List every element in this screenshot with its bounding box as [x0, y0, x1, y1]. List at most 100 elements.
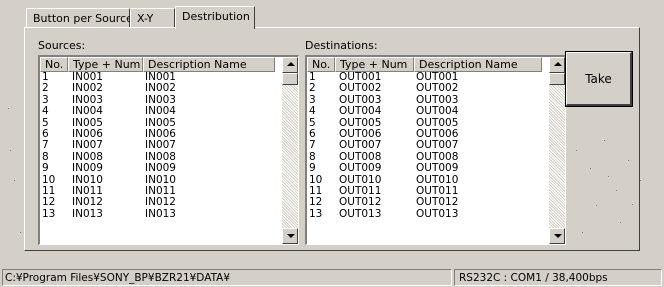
list-item[interactable]: 3 IN003 IN003: [40, 95, 275, 106]
list-item[interactable]: 5 OUT005 OUT005: [307, 118, 542, 129]
list-item[interactable]: 4 OUT004 OUT004: [307, 106, 542, 117]
list-item[interactable]: 8 IN008 IN008: [40, 152, 275, 163]
list-item[interactable]: 13 OUT013 OUT013: [307, 209, 542, 220]
cell-type-num: IN005: [72, 117, 103, 129]
cell-type-num: OUT001: [339, 72, 382, 83]
list-item[interactable]: 12 IN012 IN012: [40, 197, 275, 208]
column-header-type-num[interactable]: Type + Num: [68, 57, 143, 72]
cell-description: IN006: [145, 128, 176, 140]
column-header-no[interactable]: No.: [307, 57, 335, 72]
tab-destribution[interactable]: Destribution: [175, 6, 255, 29]
cell-description: OUT005: [416, 117, 459, 129]
list-item[interactable]: 4 IN004 IN004: [40, 106, 275, 117]
cell-no: 9: [309, 163, 316, 175]
column-header-no[interactable]: No.: [40, 57, 68, 72]
cell-type-num: OUT009: [339, 163, 382, 175]
cell-type-num: IN004: [72, 106, 103, 118]
list-item[interactable]: 7 OUT007 OUT007: [307, 140, 542, 151]
tab-x-y[interactable]: X-Y: [130, 8, 175, 28]
tab-button-per-source[interactable]: Button per Source: [26, 8, 133, 28]
list-item[interactable]: 11 IN011 IN011: [40, 186, 275, 197]
cell-description: IN012: [145, 197, 176, 209]
scroll-up-button[interactable]: [549, 57, 565, 73]
cell-description: IN001: [145, 72, 176, 83]
cell-no: 10: [42, 174, 56, 186]
cell-type-num: OUT008: [339, 151, 382, 163]
destinations-scrollbar[interactable]: [549, 57, 565, 244]
cell-type-num: OUT012: [339, 197, 382, 209]
list-item[interactable]: 12 OUT012 OUT012: [307, 197, 542, 208]
cell-description: IN007: [145, 140, 176, 152]
cell-description: IN010: [145, 174, 176, 186]
cell-no: 9: [42, 163, 49, 175]
list-item[interactable]: 9 OUT009 OUT009: [307, 163, 542, 174]
cell-no: 11: [309, 185, 323, 197]
cell-description: OUT009: [416, 163, 459, 175]
cell-type-num: OUT003: [339, 94, 382, 106]
list-item[interactable]: 11 OUT011 OUT011: [307, 186, 542, 197]
scroll-thumb[interactable]: [549, 73, 565, 85]
cell-no: 13: [309, 208, 323, 220]
column-header-description-name[interactable]: Description Name: [143, 57, 275, 72]
list-item[interactable]: 2 IN002 IN002: [40, 83, 275, 94]
list-item[interactable]: 7 IN007 IN007: [40, 140, 275, 151]
list-item[interactable]: 9 IN009 IN009: [40, 163, 275, 174]
cell-type-num: IN006: [72, 128, 103, 140]
cell-type-num: OUT013: [339, 208, 382, 220]
cell-description: IN013: [145, 208, 176, 220]
cell-description: OUT001: [416, 72, 459, 83]
sources-list[interactable]: No. Type + Num Description Name 1 IN001 IN…: [38, 55, 299, 245]
list-item[interactable]: 3 OUT003 OUT003: [307, 95, 542, 106]
cell-description: OUT011: [416, 185, 459, 197]
list-item[interactable]: 6 IN006 IN006: [40, 129, 275, 140]
cell-description: OUT010: [416, 174, 459, 186]
list-item[interactable]: 2 OUT002 OUT002: [307, 83, 542, 94]
column-header-type-num[interactable]: Type + Num: [335, 57, 414, 72]
list-item[interactable]: 13 IN013 IN013: [40, 209, 275, 220]
cell-description: OUT007: [416, 140, 459, 152]
cell-type-num: IN009: [72, 163, 103, 175]
scroll-up-button[interactable]: [282, 57, 298, 73]
cell-type-num: OUT006: [339, 128, 382, 140]
list-item[interactable]: 10 IN010 IN010: [40, 175, 275, 186]
scroll-thumb[interactable]: [282, 73, 298, 85]
cell-no: 3: [42, 94, 49, 106]
cell-no: 4: [309, 106, 316, 118]
cell-no: 2: [42, 83, 49, 95]
cell-type-num: OUT002: [339, 83, 382, 95]
cell-description: OUT006: [416, 128, 459, 140]
list-item[interactable]: 5 IN005 IN005: [40, 118, 275, 129]
arrow-down-icon: [287, 234, 295, 238]
cell-description: IN009: [145, 163, 176, 175]
status-connection: RS232C : COM1 / 38,400bps: [454, 269, 662, 286]
cell-no: 4: [42, 106, 49, 118]
take-button[interactable]: Take: [565, 51, 633, 107]
cell-type-num: IN010: [72, 174, 103, 186]
destinations-list[interactable]: No. Type + Num Description Name 1 OUT001 O…: [305, 55, 566, 245]
list-item[interactable]: 10 OUT010 OUT010: [307, 175, 542, 186]
cell-no: 1: [42, 72, 49, 83]
cell-description: OUT002: [416, 83, 459, 95]
cell-type-num: OUT004: [339, 106, 382, 118]
cell-type-num: IN011: [72, 185, 103, 197]
scroll-down-button[interactable]: [549, 228, 565, 244]
status-bar: C:¥Program Files¥SONY_BP¥BZR21¥DATA¥ RS2…: [0, 267, 664, 287]
status-path: C:¥Program Files¥SONY_BP¥BZR21¥DATA¥: [2, 269, 452, 286]
destinations-list-rows: 1 OUT001 OUT001 2 OUT002 OUT002 3 OUT003 OUT003 4…: [307, 72, 542, 220]
sources-scrollbar[interactable]: [282, 57, 298, 244]
scroll-down-button[interactable]: [282, 228, 298, 244]
column-header-description-name[interactable]: Description Name: [414, 57, 542, 72]
cell-no: 6: [309, 128, 316, 140]
cell-description: IN011: [145, 185, 176, 197]
cell-no: 6: [42, 128, 49, 140]
cell-no: 8: [309, 151, 316, 163]
destinations-list-header: No. Type + Num Description Name: [307, 57, 542, 72]
list-item[interactable]: 1 IN001 IN001: [40, 72, 275, 83]
list-item[interactable]: 6 OUT006 OUT006: [307, 129, 542, 140]
cell-type-num: IN002: [72, 83, 103, 95]
list-item[interactable]: 1 OUT001 OUT001: [307, 72, 542, 83]
arrow-up-icon: [287, 62, 295, 66]
list-item[interactable]: 8 OUT008 OUT008: [307, 152, 542, 163]
cell-type-num: IN003: [72, 94, 103, 106]
cell-no: 11: [42, 185, 56, 197]
